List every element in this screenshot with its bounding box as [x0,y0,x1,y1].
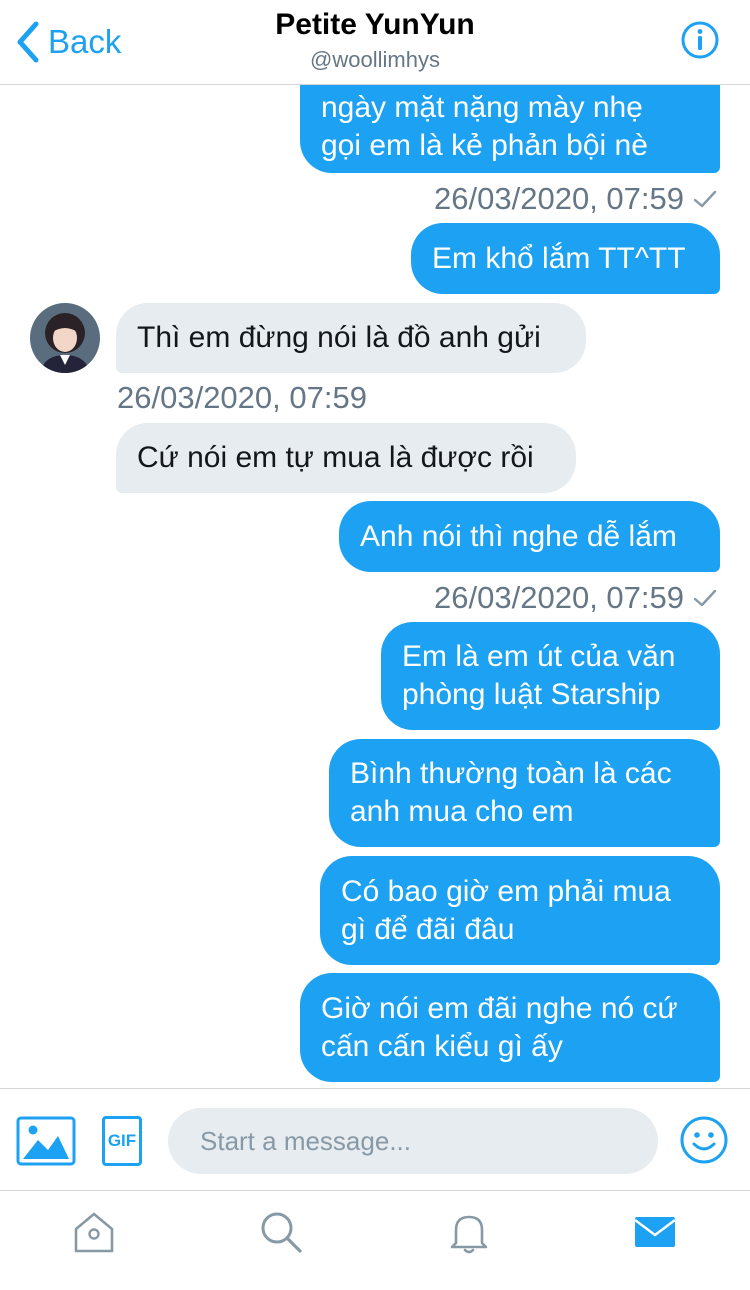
message-text-line: Bình thường toàn là các [350,757,672,790]
message-text-line: Anh nói thì nghe dễ lắm [360,519,677,553]
message-text-line: gì để đãi đâu [341,912,515,946]
timestamp-text: 26/03/2020, 07:59 [117,380,367,415]
avatar[interactable] [30,303,100,373]
message-input[interactable] [168,1108,658,1174]
message-text-line: phòng luật Starship [402,678,661,711]
message-bubble-outgoing[interactable]: Anh nói thì nghe dễ lắm [339,501,720,572]
emoji-icon[interactable] [679,1115,729,1165]
message-bubble-outgoing[interactable]: Giờ nói em đãi nghe nó cứ cấn cấn kiểu g… [300,973,720,1082]
message-text-line: Em khổ lắm TT^TT [432,241,686,275]
avatar-image [30,303,100,373]
message-text-line: Có bao giờ em phải mua [341,874,671,908]
mail-icon[interactable] [632,1209,678,1255]
home-icon[interactable] [71,1209,117,1255]
message-timestamp: 26/03/2020, 07:59 [434,181,718,217]
message-bubble-incoming[interactable]: Thì em đừng nói là đồ anh gửi [116,303,586,373]
message-composer: GIF [0,1088,750,1190]
message-text-line: gọi em là kẻ phản bội nè [321,129,648,162]
timestamp-text: 26/03/2020, 07:59 [434,580,684,615]
message-text-line: Giờ nói em đãi nghe nó cứ [321,991,678,1025]
message-text-line: Em là em út của văn [402,640,676,673]
checkmark-icon [693,190,717,208]
message-timestamp: 26/03/2020, 07:59 [434,580,718,616]
image-icon[interactable] [16,1116,76,1166]
search-icon[interactable] [258,1209,304,1255]
message-text-line: ngày mặt nặng mày nhẹ [321,91,643,124]
info-icon[interactable] [680,20,720,60]
bell-icon[interactable] [446,1209,492,1255]
message-bubble-outgoing[interactable]: Có bao giờ em phải mua gì để đãi đâu [320,856,720,965]
conversation-title: Petite YunYun [275,8,475,41]
conversation-handle: @woollimhys [310,47,440,72]
tab-bar [0,1190,750,1290]
conversation-header: Back Petite YunYun @woollimhys [0,0,750,85]
gif-button[interactable]: GIF [102,1116,142,1166]
message-text-line: anh mua cho em [350,795,574,828]
message-text-line: Thì em đừng nói là đồ anh gửi [137,321,541,354]
message-bubble-outgoing[interactable]: Em là em út của văn phòng luật Starship [381,622,720,730]
message-text-line: Cứ nói em tự mua là được rồi [137,441,534,474]
message-thread: ngày mặt nặng mày nhẹ gọi em là kẻ phản … [0,85,750,1088]
message-bubble-outgoing[interactable]: Bình thường toàn là các anh mua cho em [329,739,720,847]
timestamp-text: 26/03/2020, 07:59 [434,181,684,216]
message-timestamp: 26/03/2020, 07:59 [117,380,367,416]
message-text-line: cấn cấn kiểu gì ấy [321,1029,563,1063]
message-bubble-incoming[interactable]: Cứ nói em tự mua là được rồi [116,423,576,493]
message-bubble-outgoing[interactable]: Em khổ lắm TT^TT [411,223,720,294]
checkmark-icon [693,589,717,607]
gif-label: GIF [107,1131,137,1150]
message-bubble-outgoing[interactable]: ngày mặt nặng mày nhẹ gọi em là kẻ phản … [300,85,720,173]
